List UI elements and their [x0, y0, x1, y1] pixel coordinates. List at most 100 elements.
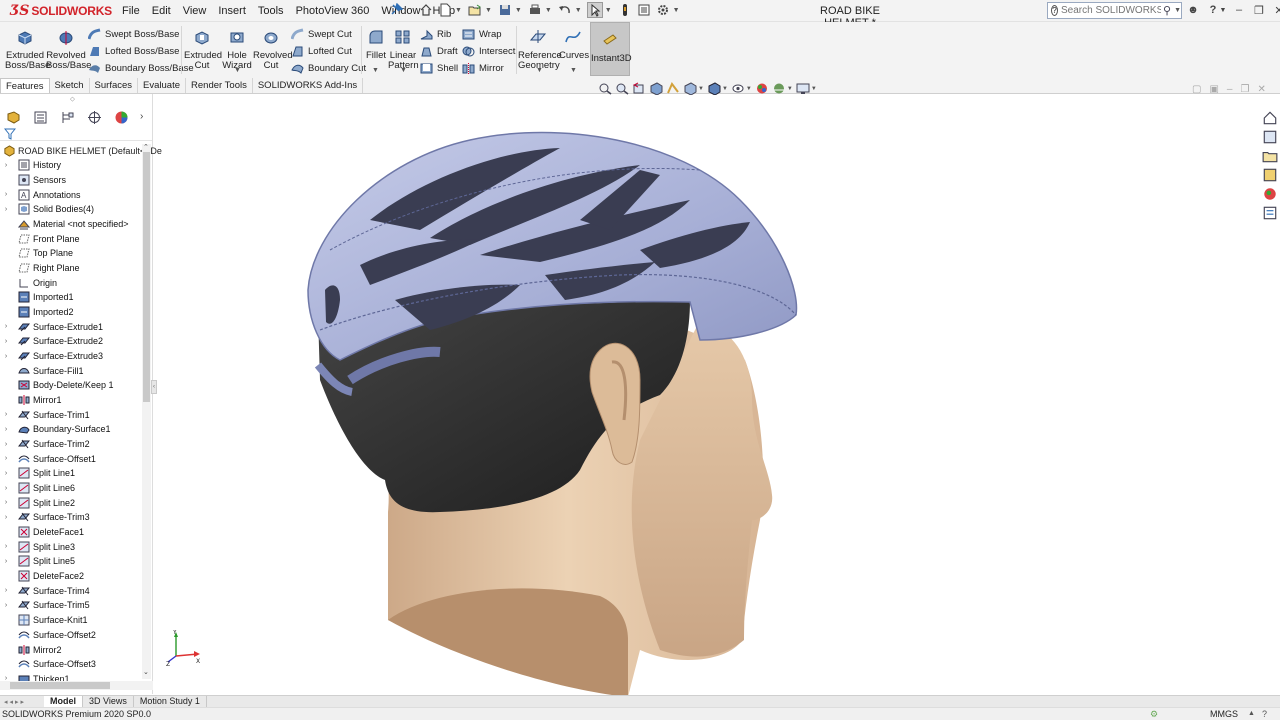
- file-properties-icon[interactable]: [636, 2, 652, 18]
- wrap-button[interactable]: Wrap: [462, 26, 502, 42]
- view-settings-icon[interactable]: [796, 82, 810, 95]
- tree-item[interactable]: Surface-Fill1: [0, 363, 142, 378]
- expand-arrow-icon[interactable]: ›: [0, 206, 12, 213]
- configuration-manager-icon[interactable]: [60, 110, 75, 125]
- solidworks-logo[interactable]: ƷS SOLIDWORKS: [10, 2, 112, 20]
- curves-button[interactable]: Curves: [559, 28, 589, 61]
- tree-item[interactable]: DeleteFace1: [0, 525, 142, 540]
- tab-scroll-arrows-icon[interactable]: ◂◂▸▸: [0, 698, 44, 706]
- tree-item[interactable]: Imported1: [0, 290, 142, 305]
- tree-item[interactable]: Sensors: [0, 173, 142, 188]
- scroll-up-icon[interactable]: ⌃: [143, 143, 149, 151]
- tree-item[interactable]: › A Annotations: [0, 187, 142, 202]
- view-orientation-dropdown-icon[interactable]: ▼: [698, 86, 704, 92]
- expand-arrow-icon[interactable]: ›: [0, 441, 12, 448]
- print-icon[interactable]: [527, 2, 543, 18]
- viewport-minimize-icon[interactable]: –: [1227, 84, 1233, 95]
- tab-surfaces[interactable]: Surfaces: [90, 78, 139, 93]
- scroll-down-icon[interactable]: ⌄: [143, 668, 149, 676]
- panel-splitter-handle[interactable]: ⬦: [70, 96, 75, 104]
- helmet-model-render[interactable]: [153, 94, 1260, 697]
- home-icon[interactable]: [418, 2, 434, 18]
- expand-arrow-icon[interactable]: ›: [0, 455, 12, 462]
- expand-arrow-icon[interactable]: ›: [0, 485, 12, 492]
- featuremanager-tree-icon[interactable]: [6, 110, 21, 125]
- search-dropdown-icon[interactable]: ▼: [1174, 7, 1181, 14]
- file-explorer-icon[interactable]: [1262, 148, 1278, 164]
- viewport-tile-icon[interactable]: ▢: [1192, 84, 1201, 95]
- tree-item[interactable]: › Surface-Trim3: [0, 510, 142, 525]
- linear-pattern-button[interactable]: Linear Pattern: [388, 28, 419, 71]
- new-dropdown-icon[interactable]: ▼: [455, 7, 462, 14]
- rebuild-icon[interactable]: [617, 2, 633, 18]
- tab-evaluate[interactable]: Evaluate: [138, 78, 187, 93]
- dimxpert-manager-icon[interactable]: [87, 110, 102, 125]
- help-icon[interactable]: ?: [1206, 3, 1220, 17]
- tree-item[interactable]: › Split Line2: [0, 495, 142, 510]
- menu-edit[interactable]: Edit: [146, 4, 177, 18]
- fillet-dropdown-icon[interactable]: ▼: [372, 67, 379, 74]
- expand-arrow-icon[interactable]: ›: [0, 353, 12, 360]
- print-dropdown-icon[interactable]: ▼: [545, 7, 552, 14]
- expand-arrow-icon[interactable]: ›: [0, 514, 12, 521]
- select-icon[interactable]: [586, 2, 603, 18]
- fillet-button[interactable]: Fillet: [364, 28, 388, 61]
- lofted-cut-button[interactable]: Lofted Cut: [291, 43, 352, 59]
- draft-button[interactable]: Draft: [420, 43, 458, 59]
- tree-item[interactable]: Origin: [0, 275, 142, 290]
- expand-arrow-icon[interactable]: ›: [0, 543, 12, 550]
- tree-horizontal-scrollbar[interactable]: [0, 681, 153, 690]
- viewport-maximize-icon[interactable]: ▣: [1209, 84, 1218, 95]
- intersect-button[interactable]: Intersect: [462, 43, 515, 59]
- edit-appearance-icon[interactable]: [755, 82, 769, 95]
- shell-button[interactable]: Shell: [420, 60, 458, 76]
- open-dropdown-icon[interactable]: ▼: [485, 7, 492, 14]
- mirror-button[interactable]: Mirror: [462, 60, 504, 76]
- expand-arrow-icon[interactable]: ›: [0, 470, 12, 477]
- tree-item[interactable]: DeleteFace2: [0, 569, 142, 584]
- options-gear-icon[interactable]: [655, 2, 671, 18]
- view-settings-dropdown-icon[interactable]: ▼: [811, 86, 817, 92]
- chevron-right-icon[interactable]: ›: [140, 111, 143, 122]
- swept-cut-button[interactable]: Swept Cut: [291, 26, 352, 42]
- menu-insert[interactable]: Insert: [212, 4, 252, 18]
- tree-item[interactable]: Top Plane: [0, 246, 142, 261]
- appearances-icon[interactable]: [1262, 186, 1278, 202]
- custom-properties-icon[interactable]: [1262, 205, 1278, 221]
- tree-item[interactable]: › Surface-Extrude2: [0, 334, 142, 349]
- tree-item[interactable]: › Surface-Extrude1: [0, 319, 142, 334]
- open-icon[interactable]: [467, 2, 483, 18]
- expand-arrow-icon[interactable]: ›: [0, 162, 12, 169]
- save-dropdown-icon[interactable]: ▼: [515, 7, 522, 14]
- display-manager-icon[interactable]: [114, 110, 129, 125]
- tree-item[interactable]: Mirror2: [0, 642, 142, 657]
- new-document-icon[interactable]: [437, 2, 453, 18]
- view-palette-icon[interactable]: [1262, 167, 1278, 183]
- apply-scene-dropdown-icon[interactable]: ▼: [787, 86, 793, 92]
- boundary-boss-button[interactable]: Boundary Boss/Base: [88, 60, 194, 76]
- panel-collapse-handle[interactable]: ‹: [151, 380, 157, 394]
- tree-item[interactable]: Body-Delete/Keep 1: [0, 378, 142, 393]
- zoom-to-fit-icon[interactable]: [598, 82, 612, 95]
- filter-icon[interactable]: [4, 128, 16, 140]
- undo-icon[interactable]: [557, 2, 573, 18]
- tab-3d-views[interactable]: 3D Views: [83, 696, 134, 707]
- tree-item[interactable]: › Surface-Trim5: [0, 598, 142, 613]
- dynamic-annotation-icon[interactable]: [666, 82, 680, 95]
- tree-item[interactable]: › Split Line5: [0, 554, 142, 569]
- curves-dropdown-icon[interactable]: ▼: [570, 67, 577, 74]
- tree-item[interactable]: › Split Line1: [0, 466, 142, 481]
- expand-arrow-icon[interactable]: ›: [0, 411, 12, 418]
- tree-item[interactable]: Front Plane: [0, 231, 142, 246]
- tree-item[interactable]: Imported2: [0, 305, 142, 320]
- tab-model[interactable]: Model: [44, 696, 83, 707]
- tree-item[interactable]: › History: [0, 158, 142, 173]
- instant3d-button[interactable]: Instant3D: [590, 22, 632, 76]
- tab-sketch[interactable]: Sketch: [50, 78, 90, 93]
- status-bar-options-icon[interactable]: ?: [1262, 708, 1267, 720]
- hide-show-dropdown-icon[interactable]: ▼: [746, 86, 752, 92]
- display-style-icon[interactable]: [707, 82, 721, 95]
- expand-arrow-icon[interactable]: ›: [0, 338, 12, 345]
- rebuild-status-icon[interactable]: ⚙: [1150, 708, 1158, 720]
- tree-item[interactable]: Right Plane: [0, 261, 142, 276]
